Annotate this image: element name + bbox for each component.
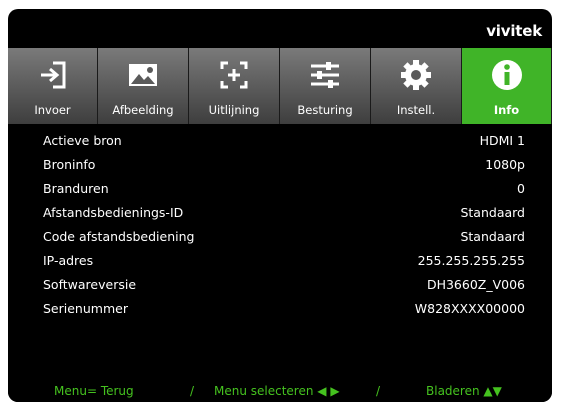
info-row-remote-code: Code afstandsbediening Standaard — [8, 226, 552, 250]
tab-invoer[interactable]: Invoer — [8, 48, 98, 124]
info-icon — [490, 58, 524, 92]
input-icon — [36, 58, 70, 92]
info-value: Standaard — [460, 229, 525, 244]
info-value: DH3660Z_V006 — [426, 277, 525, 292]
tab-label: Besturing — [297, 103, 353, 117]
alignment-icon — [217, 58, 251, 92]
tab-afbeelding[interactable]: Afbeelding — [98, 48, 189, 124]
info-row-source-info: Broninfo 1080p — [8, 154, 552, 178]
info-value: Standaard — [460, 205, 525, 220]
info-value: 255.255.255.255 — [417, 253, 525, 268]
info-label: Branduren — [43, 181, 109, 196]
info-row-active-source: Actieve bron HDMI 1 — [8, 130, 552, 154]
tab-label: Uitlijning — [208, 103, 260, 117]
footer-menu-back-hint: Menu= Terug — [54, 384, 134, 398]
tab-label: Invoer — [34, 103, 71, 117]
info-value: 1080p — [485, 157, 525, 172]
info-row-lamp-hours: Branduren 0 — [8, 178, 552, 202]
sliders-icon — [308, 58, 342, 92]
tab-label: Afbeelding — [112, 103, 174, 117]
info-label: Afstandsbedienings-ID — [43, 205, 184, 220]
info-label: Broninfo — [43, 157, 96, 172]
info-row-ip-address: IP-adres 255.255.255.255 — [8, 250, 552, 274]
tab-info[interactable]: Info — [462, 48, 552, 124]
info-label: IP-adres — [43, 253, 94, 268]
footer-separator: / — [376, 384, 381, 398]
info-row-remote-id: Afstandsbedienings-ID Standaard — [8, 202, 552, 226]
footer-menu-select-hint: Menu selecteren ◀ ▶ — [214, 384, 340, 398]
gear-icon — [399, 58, 433, 92]
menu-tab-bar: Invoer Afbeelding Uitlijning Besturing I… — [8, 48, 552, 124]
info-value: HDMI 1 — [479, 133, 525, 148]
tab-instell[interactable]: Instell. — [371, 48, 462, 124]
image-icon — [126, 58, 160, 92]
info-label: Actieve bron — [43, 133, 122, 148]
info-row-serial-number: Serienummer W828XXXX00000 — [8, 298, 552, 322]
brand-logo: vivitek — [486, 22, 542, 40]
info-value: W828XXXX00000 — [414, 301, 525, 316]
info-row-software-version: Softwareversie DH3660Z_V006 — [8, 274, 552, 298]
info-value: 0 — [517, 181, 525, 196]
info-label: Serienummer — [43, 301, 128, 316]
projector-osd-menu: vivitek Invoer Afbeelding Uitlijning Bes… — [8, 9, 552, 402]
info-label: Code afstandsbediening — [43, 229, 195, 244]
tab-label: Info — [493, 103, 520, 117]
osd-footer-hints: Menu= Terug / Menu selecteren ◀ ▶ / Blad… — [8, 380, 552, 402]
info-label: Softwareversie — [43, 277, 137, 292]
tab-label: Instell. — [396, 103, 436, 117]
info-panel: Actieve bron HDMI 1 Broninfo 1080p Brand… — [8, 124, 552, 384]
tab-uitlijning[interactable]: Uitlijning — [189, 48, 280, 124]
tab-besturing[interactable]: Besturing — [280, 48, 371, 124]
footer-separator: / — [190, 384, 195, 398]
footer-scroll-hint: Bladeren ▲▼ — [426, 384, 502, 398]
